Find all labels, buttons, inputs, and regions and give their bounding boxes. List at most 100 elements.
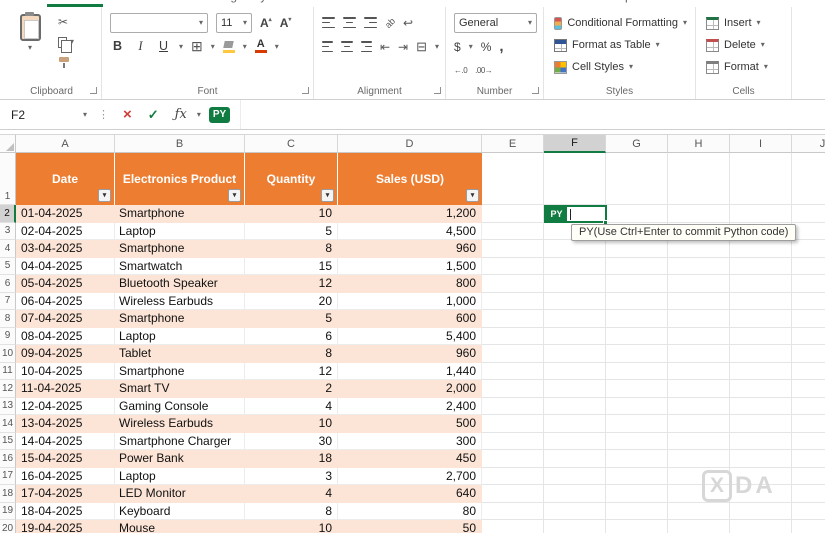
empty-cell[interactable] (668, 450, 730, 468)
sales-cell[interactable]: 1,000 (338, 292, 482, 310)
align-left-icon[interactable] (322, 41, 334, 52)
merge-center-icon[interactable] (416, 39, 427, 55)
empty-cell[interactable] (730, 345, 792, 363)
column-header[interactable]: B (115, 135, 245, 153)
align-top-icon[interactable] (322, 17, 335, 28)
empty-cell[interactable] (544, 485, 606, 503)
sales-cell[interactable]: 2,400 (338, 397, 482, 415)
empty-cell[interactable] (668, 415, 730, 433)
sales-cell[interactable]: 2,000 (338, 380, 482, 398)
insert-cells-button[interactable]: Insert (704, 12, 785, 34)
decrease-decimal-icon[interactable] (475, 66, 492, 75)
empty-cell[interactable] (668, 327, 730, 345)
increase-indent-icon[interactable] (398, 40, 408, 54)
empty-cell[interactable] (730, 362, 792, 380)
empty-cell[interactable] (544, 310, 606, 328)
date-cell[interactable]: 04-04-2025 (16, 257, 115, 275)
empty-cell[interactable] (792, 450, 825, 468)
column-header[interactable]: F (544, 135, 606, 153)
empty-cell[interactable] (730, 205, 792, 223)
date-cell[interactable]: 06-04-2025 (16, 292, 115, 310)
date-cell[interactable]: 11-04-2025 (16, 380, 115, 398)
row-header[interactable]: 8 (0, 310, 16, 328)
sales-cell[interactable]: 5,400 (338, 327, 482, 345)
chevron-down-icon[interactable] (211, 43, 215, 51)
empty-cell[interactable] (792, 293, 825, 310)
product-cell[interactable]: Tablet (115, 345, 245, 363)
empty-cell[interactable] (482, 467, 544, 485)
row-header[interactable]: 16 (0, 450, 16, 468)
sales-cell[interactable]: 960 (338, 345, 482, 363)
name-box-resizer-icon[interactable] (98, 108, 109, 121)
empty-cell[interactable] (606, 257, 668, 275)
empty-cell[interactable] (792, 503, 825, 520)
sales-cell[interactable]: 800 (338, 275, 482, 293)
date-cell[interactable]: 15-04-2025 (16, 450, 115, 468)
select-all-corner[interactable] (0, 135, 16, 153)
orientation-icon[interactable] (383, 15, 397, 29)
quantity-cell[interactable]: 12 (245, 275, 338, 293)
italic-button[interactable]: I (133, 38, 148, 56)
product-cell[interactable]: LED Monitor (115, 485, 245, 503)
empty-cell[interactable] (792, 328, 825, 345)
empty-cell[interactable] (792, 223, 825, 240)
row-header[interactable]: 17 (0, 467, 16, 485)
column-header[interactable]: E (482, 135, 544, 153)
cut-icon[interactable] (58, 15, 68, 29)
product-cell[interactable]: Mouse (115, 520, 245, 533)
empty-cell[interactable] (606, 205, 668, 223)
row-header[interactable]: 14 (0, 415, 16, 433)
empty-cell[interactable] (730, 502, 792, 520)
date-cell[interactable]: 05-04-2025 (16, 275, 115, 293)
align-middle-icon[interactable] (343, 17, 356, 28)
column-header[interactable]: I (730, 135, 792, 153)
date-cell[interactable]: 14-04-2025 (16, 432, 115, 450)
date-cell[interactable]: 09-04-2025 (16, 345, 115, 363)
table-header-cell[interactable]: Date (16, 153, 115, 205)
empty-cell[interactable] (668, 240, 730, 258)
product-cell[interactable]: Smartphone (115, 205, 245, 223)
quantity-cell[interactable]: 8 (245, 240, 338, 258)
increase-font-size-icon[interactable]: A (260, 16, 272, 30)
empty-cell[interactable] (482, 327, 544, 345)
date-cell[interactable]: 19-04-2025 (16, 520, 115, 533)
empty-cell[interactable] (668, 502, 730, 520)
delete-cells-button[interactable]: Delete (704, 34, 785, 56)
date-cell[interactable]: 16-04-2025 (16, 467, 115, 485)
borders-icon[interactable] (191, 38, 203, 55)
empty-cell[interactable] (730, 520, 792, 533)
empty-cell[interactable] (730, 275, 792, 293)
row-header[interactable]: 6 (0, 275, 16, 293)
empty-cell[interactable] (606, 275, 668, 293)
empty-cell[interactable] (606, 240, 668, 258)
empty-cell[interactable] (544, 520, 606, 533)
empty-cell[interactable] (606, 432, 668, 450)
empty-cell[interactable] (730, 432, 792, 450)
format-as-table-button[interactable]: Format as Table (552, 34, 689, 56)
empty-cell[interactable] (730, 450, 792, 468)
ribbon-tab[interactable]: View (475, 0, 523, 7)
underline-button[interactable]: U (156, 38, 171, 56)
product-cell[interactable]: Gaming Console (115, 397, 245, 415)
product-cell[interactable]: Laptop (115, 327, 245, 345)
chevron-down-icon[interactable] (435, 43, 439, 51)
product-cell[interactable]: Keyboard (115, 502, 245, 520)
date-cell[interactable]: 12-04-2025 (16, 397, 115, 415)
wrap-text-icon[interactable] (403, 16, 413, 30)
empty-cell[interactable] (730, 327, 792, 345)
sales-cell[interactable]: 600 (338, 310, 482, 328)
row-header[interactable]: 2 (0, 205, 16, 223)
empty-cell[interactable] (792, 363, 825, 380)
date-cell[interactable]: 01-04-2025 (16, 205, 115, 223)
empty-cell[interactable] (730, 397, 792, 415)
dialog-launcher-icon[interactable] (532, 87, 539, 94)
sales-cell[interactable]: 1,440 (338, 362, 482, 380)
sales-cell[interactable]: 1,500 (338, 257, 482, 275)
empty-cell[interactable] (792, 485, 825, 503)
empty-cell[interactable] (482, 205, 544, 223)
row-header[interactable]: 20 (0, 520, 16, 533)
empty-cell[interactable] (668, 520, 730, 533)
empty-cell[interactable] (668, 257, 730, 275)
row-header[interactable]: 12 (0, 380, 16, 398)
quantity-cell[interactable]: 4 (245, 485, 338, 503)
